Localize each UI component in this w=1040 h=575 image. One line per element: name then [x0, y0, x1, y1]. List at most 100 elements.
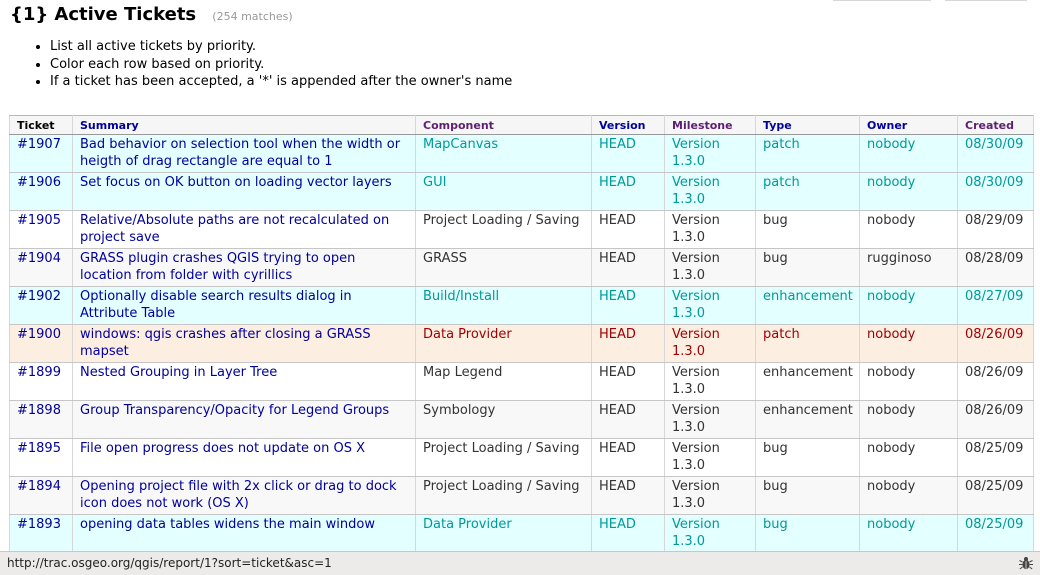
- match-count: (254 matches): [212, 10, 293, 23]
- cell-summary: windows: qgis crashes after closing a GR…: [72, 324, 416, 363]
- table-row: #1898 Group Transparency/Opacity for Lege…: [9, 400, 1034, 439]
- table-row: #1906 Set focus on OK button on loading v…: [9, 172, 1034, 211]
- cell-type: bug: [755, 210, 860, 249]
- cell-summary: Opening project file with 2x click or dr…: [72, 476, 416, 515]
- ticket-link[interactable]: #1898: [17, 403, 61, 418]
- cell-owner: nobody: [859, 286, 958, 325]
- cell-component: MapCanvas: [415, 134, 592, 173]
- cell-milestone: Version 1.3.0: [664, 286, 756, 325]
- ticket-link[interactable]: #1906: [17, 175, 61, 190]
- column-header-version[interactable]: Version: [591, 115, 665, 135]
- cell-type: patch: [755, 172, 860, 211]
- ticket-link[interactable]: #1907: [17, 137, 61, 152]
- cell-owner: nobody: [859, 514, 958, 553]
- table-row: #1895 File open progress does not update …: [9, 438, 1034, 477]
- cell-ticket: #1894: [9, 476, 73, 515]
- cell-ticket: #1905: [9, 210, 73, 249]
- cell-version: HEAD: [591, 134, 665, 173]
- cell-ticket: #1900: [9, 324, 73, 363]
- header-row: Ticket Summary Component Version Milesto…: [9, 115, 1034, 135]
- summary-link[interactable]: windows: qgis crashes after closing a GR…: [80, 327, 371, 359]
- ticket-link[interactable]: #1905: [17, 213, 61, 228]
- cell-owner: nobody: [859, 438, 958, 477]
- cell-owner: nobody: [859, 400, 958, 439]
- description-item: List all active tickets by priority.: [50, 38, 512, 56]
- cell-milestone: Version 1.3.0: [664, 134, 756, 173]
- cell-component: Map Legend: [415, 362, 592, 401]
- summary-link[interactable]: Optionally disable search results dialog…: [80, 289, 352, 321]
- cell-ticket: #1907: [9, 134, 73, 173]
- cell-type: patch: [755, 134, 860, 173]
- cell-created: 08/25/09: [957, 476, 1034, 515]
- cell-milestone: Version 1.3.0: [664, 362, 756, 401]
- ticket-link[interactable]: #1900: [17, 327, 61, 342]
- description-item: If a ticket has been accepted, a '*' is …: [50, 73, 512, 91]
- table-row: #1893 opening data tables widens the main…: [9, 514, 1034, 553]
- cell-summary: Relative/Absolute paths are not recalcul…: [72, 210, 416, 249]
- ticket-link[interactable]: #1895: [17, 441, 61, 456]
- summary-link[interactable]: opening data tables widens the main wind…: [80, 517, 375, 532]
- cell-summary: Optionally disable search results dialog…: [72, 286, 416, 325]
- cell-version: HEAD: [591, 438, 665, 477]
- cell-type: patch: [755, 324, 860, 363]
- column-header-type[interactable]: Type: [755, 115, 860, 135]
- column-header-summary[interactable]: Summary: [72, 115, 416, 135]
- cell-milestone: Version 1.3.0: [664, 514, 756, 553]
- summary-link[interactable]: Set focus on OK button on loading vector…: [80, 175, 392, 190]
- cell-created: 08/26/09: [957, 324, 1034, 363]
- cell-ticket: #1893: [9, 514, 73, 553]
- cell-created: 08/28/09: [957, 248, 1034, 287]
- table-row: #1905 Relative/Absolute paths are not rec…: [9, 210, 1034, 249]
- cell-type: enhancement: [755, 286, 860, 325]
- ticket-link[interactable]: #1904: [17, 251, 61, 266]
- cell-version: HEAD: [591, 400, 665, 439]
- cell-component: GUI: [415, 172, 592, 211]
- summary-link[interactable]: File open progress does not update on OS…: [80, 441, 365, 456]
- cell-created: 08/27/09: [957, 286, 1034, 325]
- table-row: #1904 GRASS plugin crashes QGIS trying to…: [9, 248, 1034, 287]
- cell-version: HEAD: [591, 476, 665, 515]
- cell-component: Project Loading / Saving: [415, 476, 592, 515]
- summary-link[interactable]: GRASS plugin crashes QGIS trying to open…: [80, 251, 355, 283]
- column-header-created[interactable]: Created: [957, 115, 1034, 135]
- cell-created: 08/26/09: [957, 362, 1034, 401]
- cell-owner: nobody: [859, 324, 958, 363]
- cell-type: bug: [755, 438, 860, 477]
- cell-created: 08/25/09: [957, 514, 1034, 553]
- cell-summary: Nested Grouping in Layer Tree: [72, 362, 416, 401]
- summary-link[interactable]: Group Transparency/Opacity for Legend Gr…: [80, 403, 389, 418]
- cell-version: HEAD: [591, 172, 665, 211]
- summary-link[interactable]: Bad behavior on selection tool when the …: [80, 137, 400, 169]
- column-header-ticket[interactable]: Ticket: [9, 115, 73, 135]
- summary-link[interactable]: Nested Grouping in Layer Tree: [80, 365, 277, 380]
- cell-ticket: #1899: [9, 362, 73, 401]
- cell-component: Data Provider: [415, 324, 592, 363]
- cell-version: HEAD: [591, 362, 665, 401]
- column-header-milestone[interactable]: Milestone: [664, 115, 756, 135]
- summary-link[interactable]: Opening project file with 2x click or dr…: [80, 479, 397, 511]
- column-header-component[interactable]: Component: [415, 115, 592, 135]
- ticket-link[interactable]: #1899: [17, 365, 61, 380]
- column-header-owner[interactable]: Owner: [859, 115, 958, 135]
- cell-milestone: Version 1.3.0: [664, 324, 756, 363]
- cell-ticket: #1895: [9, 438, 73, 477]
- cell-summary: Bad behavior on selection tool when the …: [72, 134, 416, 173]
- cell-version: HEAD: [591, 248, 665, 287]
- cell-type: enhancement: [755, 362, 860, 401]
- table-row: #1900 windows: qgis crashes after closing…: [9, 324, 1034, 363]
- cell-component: Symbology: [415, 400, 592, 439]
- bug-icon[interactable]: [1018, 555, 1034, 571]
- cell-component: Data Provider: [415, 514, 592, 553]
- cell-milestone: Version 1.3.0: [664, 172, 756, 211]
- cell-owner: nobody: [859, 476, 958, 515]
- cell-summary: Set focus on OK button on loading vector…: [72, 172, 416, 211]
- cell-component: Project Loading / Saving: [415, 438, 592, 477]
- ticket-link[interactable]: #1893: [17, 517, 61, 532]
- tickets-table: Ticket Summary Component Version Milesto…: [9, 115, 1034, 553]
- ticket-link[interactable]: #1894: [17, 479, 61, 494]
- ticket-link[interactable]: #1902: [17, 289, 61, 304]
- status-url: http://trac.osgeo.org/qgis/report/1?sort…: [7, 556, 332, 570]
- cell-component: Project Loading / Saving: [415, 210, 592, 249]
- summary-link[interactable]: Relative/Absolute paths are not recalcul…: [80, 213, 389, 245]
- cell-created: 08/26/09: [957, 400, 1034, 439]
